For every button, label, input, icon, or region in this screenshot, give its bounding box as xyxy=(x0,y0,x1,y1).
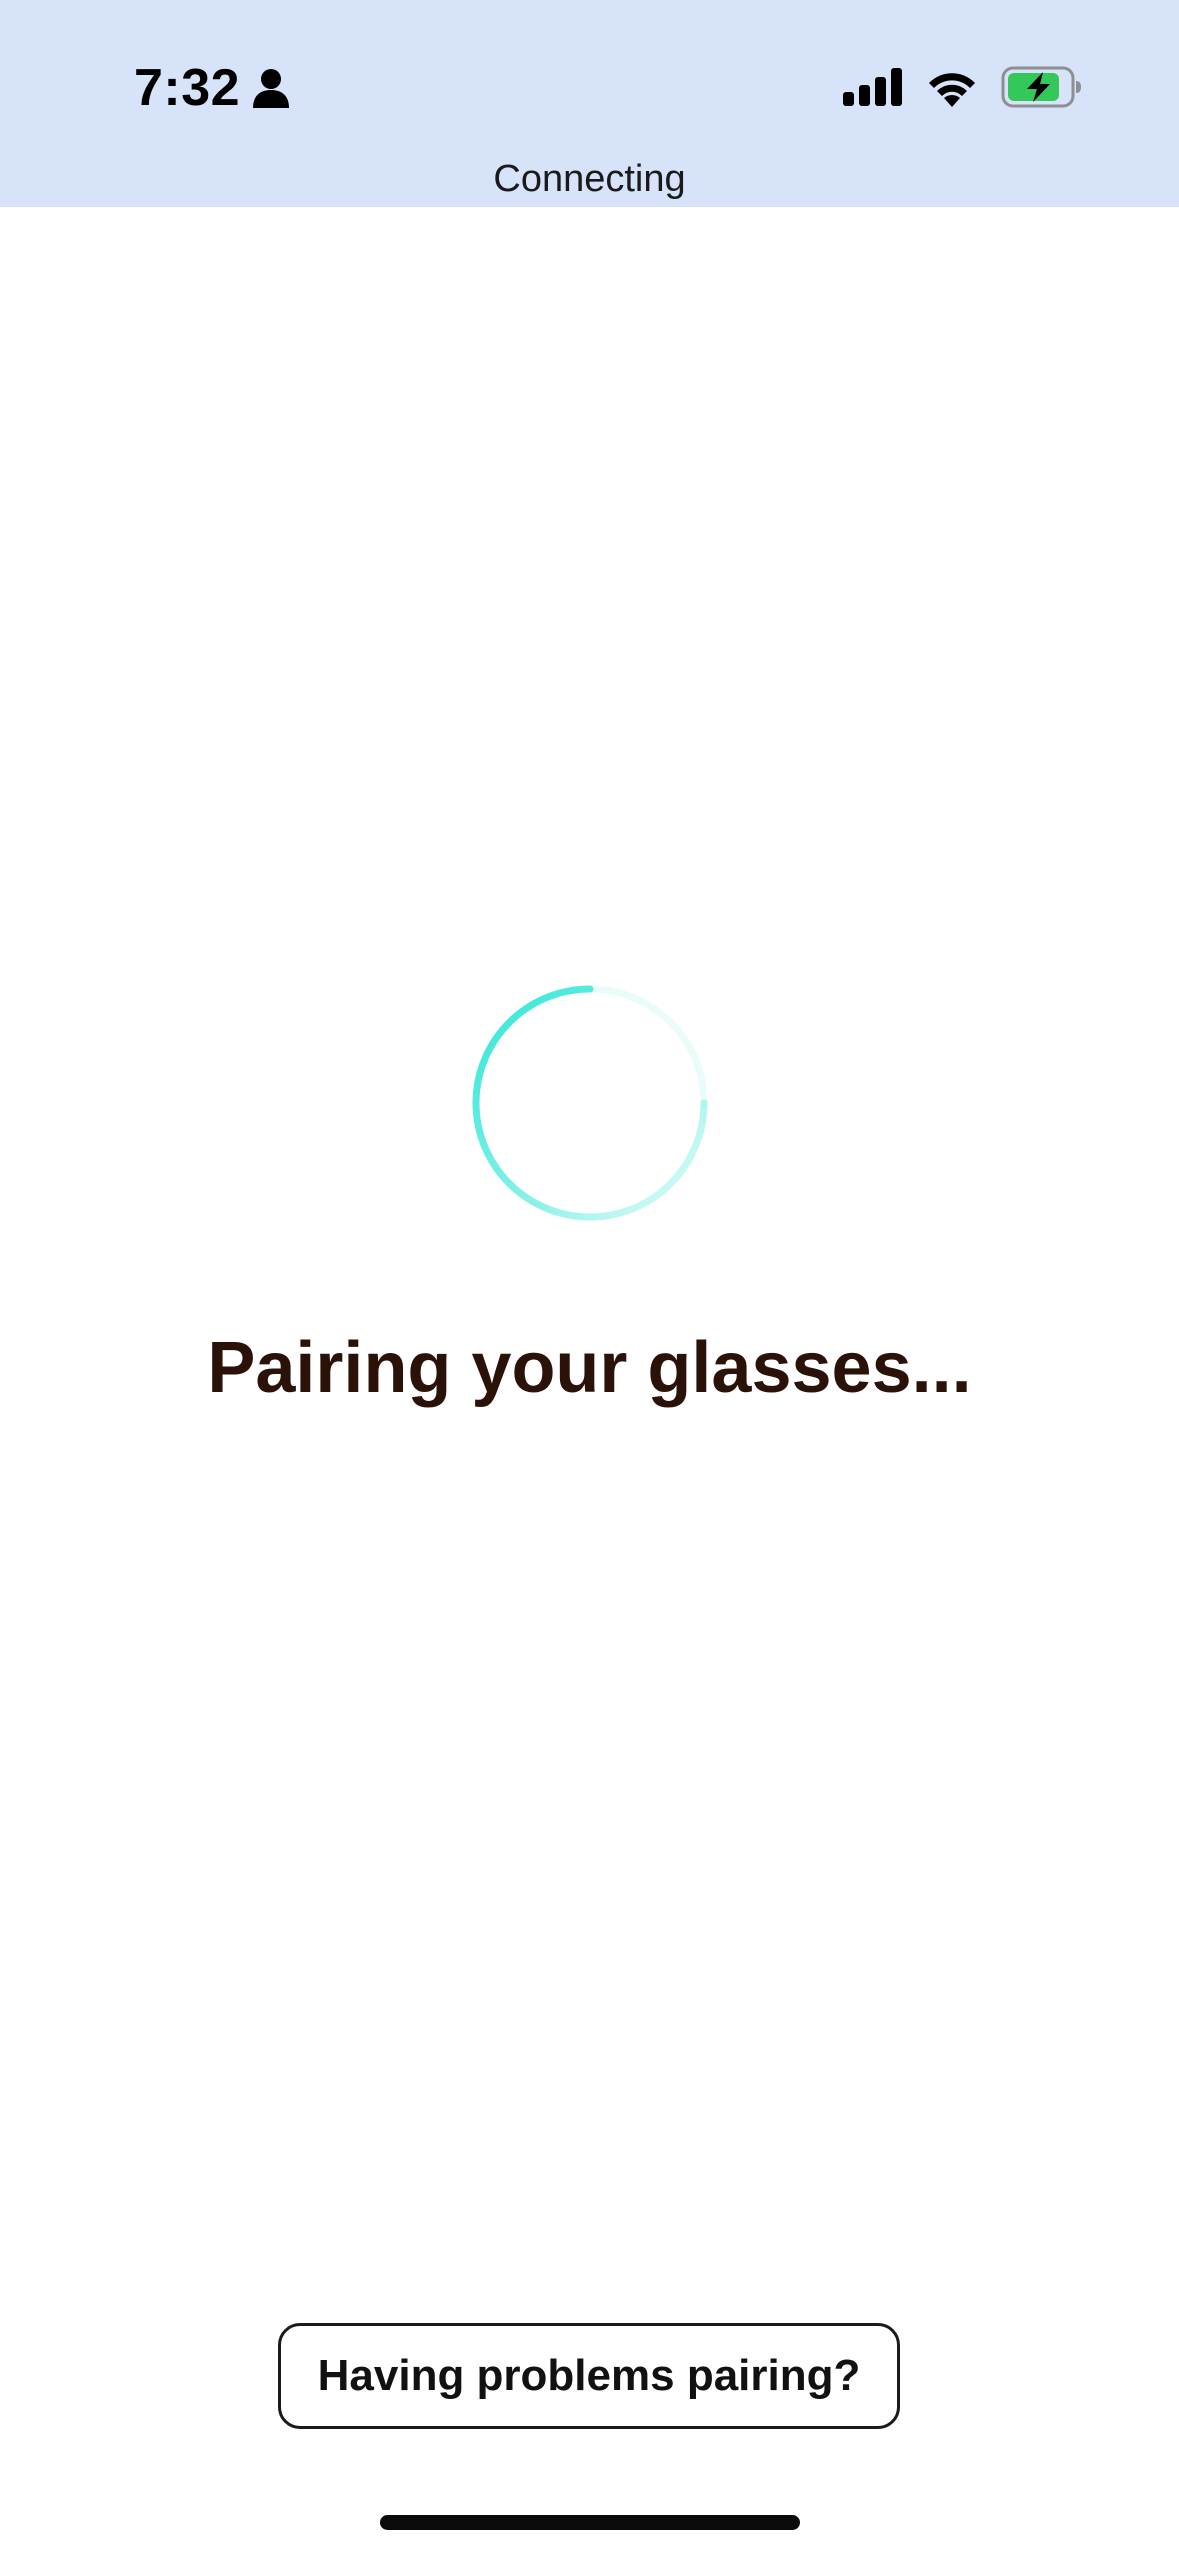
status-time: 7:32 xyxy=(134,59,241,117)
status-bar: 7:32 Connecting xyxy=(0,0,1179,207)
wifi-icon xyxy=(929,73,975,107)
pairing-title: Pairing your glasses... xyxy=(207,1328,972,1408)
status-icons xyxy=(843,62,1083,112)
battery-charging-icon xyxy=(1001,66,1081,108)
home-indicator[interactable] xyxy=(380,2515,800,2530)
pairing-help-button[interactable]: Having problems pairing? xyxy=(278,2323,900,2429)
status-time-group: 7:32 xyxy=(134,56,290,120)
loading-spinner-icon xyxy=(472,985,708,1221)
person-icon xyxy=(253,69,290,108)
pairing-screen: 7:32 Connecting Pairing your glasses... … xyxy=(0,0,1179,2556)
cellular-signal-icon xyxy=(843,68,902,106)
connecting-label: Connecting xyxy=(493,158,686,200)
